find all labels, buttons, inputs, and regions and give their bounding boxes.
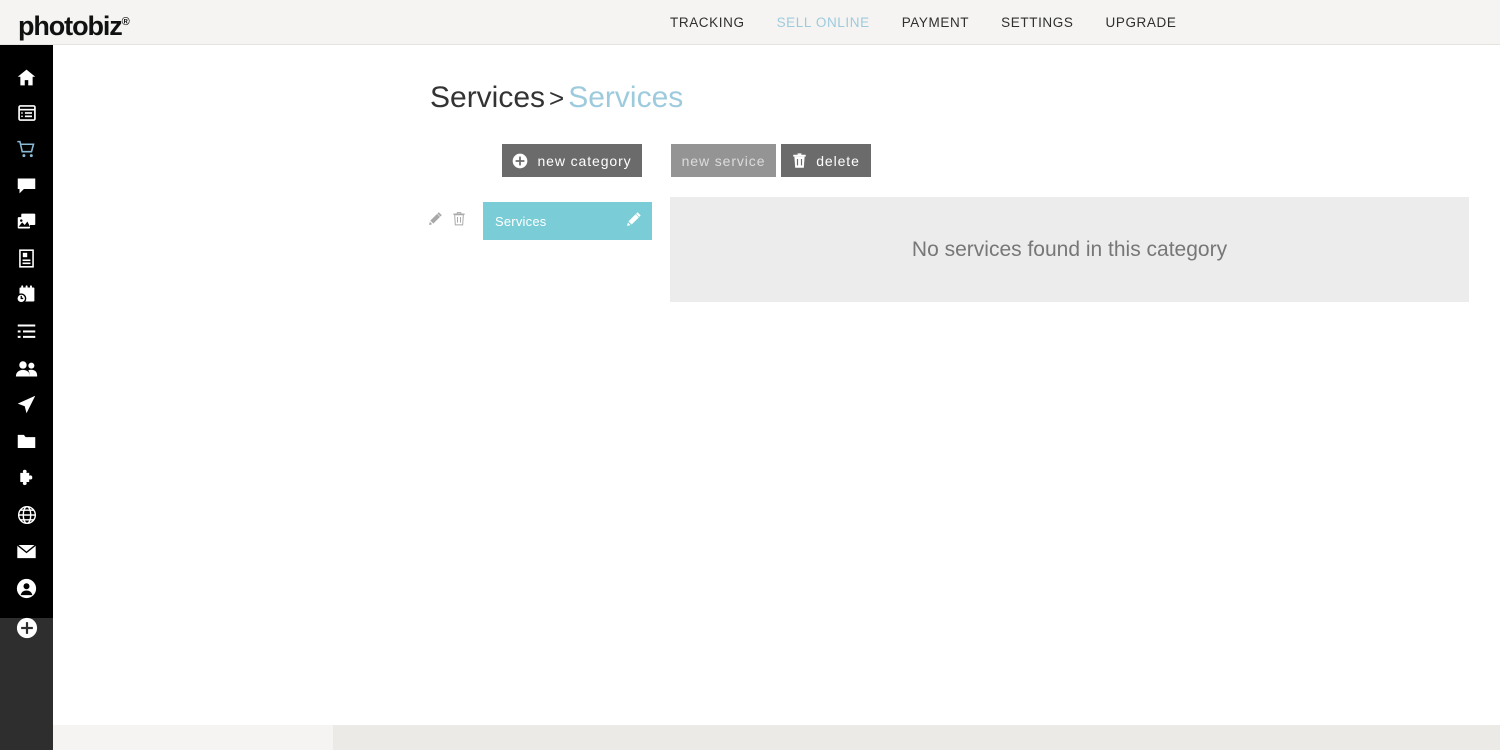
shopping-cart-icon — [16, 139, 37, 160]
envelope-icon — [16, 543, 37, 560]
new-service-button-label: new service — [681, 152, 766, 169]
new-service-button[interactable]: new service — [671, 144, 776, 177]
chat-bubble-icon — [16, 175, 37, 196]
website-icon — [17, 103, 37, 123]
folder-icon — [16, 432, 37, 450]
topnav-item-payment[interactable]: PAYMENT — [902, 15, 969, 30]
logo-text: photobiz — [18, 11, 123, 41]
plus-circle-icon — [512, 153, 528, 169]
sidebar-item-gallery[interactable] — [0, 206, 53, 236]
sidebar-item-contacts[interactable] — [0, 353, 53, 383]
pencil-icon — [428, 211, 443, 231]
top-navigation: TRACKING SELL ONLINE PAYMENT SETTINGS UP… — [670, 0, 1176, 45]
sidebar-item-messages[interactable] — [0, 170, 53, 200]
category-item-services[interactable]: Services — [483, 202, 652, 240]
topnav-item-settings[interactable]: SETTINGS — [1001, 15, 1073, 30]
trash-icon — [452, 211, 466, 231]
breadcrumb-current: Services — [568, 81, 684, 114]
category-row: Services — [425, 202, 652, 240]
sidebar-item-lists[interactable] — [0, 316, 53, 346]
breadcrumb-separator: > — [549, 83, 565, 113]
globe-icon — [17, 505, 37, 525]
delete-button[interactable]: delete — [781, 144, 871, 177]
empty-state-panel: No services found in this category — [670, 197, 1469, 302]
home-icon — [16, 67, 37, 88]
photobiz-logo[interactable]: photobiz® — [18, 7, 130, 41]
invoice-icon — [17, 248, 36, 269]
main-content: Services > Services new category new servi… — [53, 45, 1500, 725]
sidebar-item-files[interactable] — [0, 426, 53, 456]
list-icon — [16, 323, 37, 340]
puzzle-piece-icon — [16, 468, 37, 489]
pencil-icon — [626, 211, 642, 232]
sidebar-item-home[interactable] — [0, 62, 53, 92]
sidebar-item-invoices[interactable] — [0, 243, 53, 273]
sidebar-item-scheduling[interactable] — [0, 279, 53, 309]
registered-mark: ® — [121, 16, 130, 28]
user-circle-icon — [16, 578, 37, 599]
sidebar-item-email[interactable] — [0, 536, 53, 566]
sidebar-item-account[interactable] — [0, 573, 53, 603]
page-footer — [53, 725, 1500, 750]
sidebar-item-addons[interactable] — [0, 463, 53, 493]
footer-right-region — [333, 725, 1500, 750]
sidebar-item-sell-online[interactable] — [0, 134, 53, 164]
left-sidebar — [0, 45, 53, 750]
sidebar-item-campaigns[interactable] — [0, 389, 53, 419]
breadcrumb-parent[interactable]: Services — [430, 81, 545, 114]
category-edit-icon-button[interactable] — [425, 210, 445, 232]
gallery-icon — [16, 211, 37, 232]
topnav-item-tracking[interactable]: TRACKING — [670, 15, 745, 30]
category-name: Services — [495, 213, 547, 229]
empty-state-message: No services found in this category — [911, 237, 1228, 261]
category-inline-edit-button[interactable] — [626, 211, 642, 232]
paper-plane-icon — [16, 394, 37, 415]
plus-circle-icon — [16, 617, 38, 644]
new-category-button-label: new category — [537, 152, 632, 169]
toolbar: new category new service delete — [502, 144, 871, 177]
people-icon — [15, 359, 38, 378]
sidebar-item-domains[interactable] — [0, 500, 53, 530]
sidebar-item-website[interactable] — [0, 98, 53, 128]
category-delete-icon-button[interactable] — [449, 210, 469, 232]
topnav-item-upgrade[interactable]: UPGRADE — [1105, 15, 1176, 30]
delete-button-label: delete — [816, 152, 860, 169]
calendar-clock-icon — [16, 284, 37, 305]
trash-icon — [792, 152, 807, 169]
sidebar-add-button[interactable] — [0, 615, 53, 645]
breadcrumb: Services > Services — [430, 81, 683, 115]
top-header: photobiz® TRACKING SELL ONLINE PAYMENT S… — [0, 0, 1500, 45]
new-category-button[interactable]: new category — [502, 144, 642, 177]
topnav-item-sell-online[interactable]: SELL ONLINE — [777, 15, 870, 30]
